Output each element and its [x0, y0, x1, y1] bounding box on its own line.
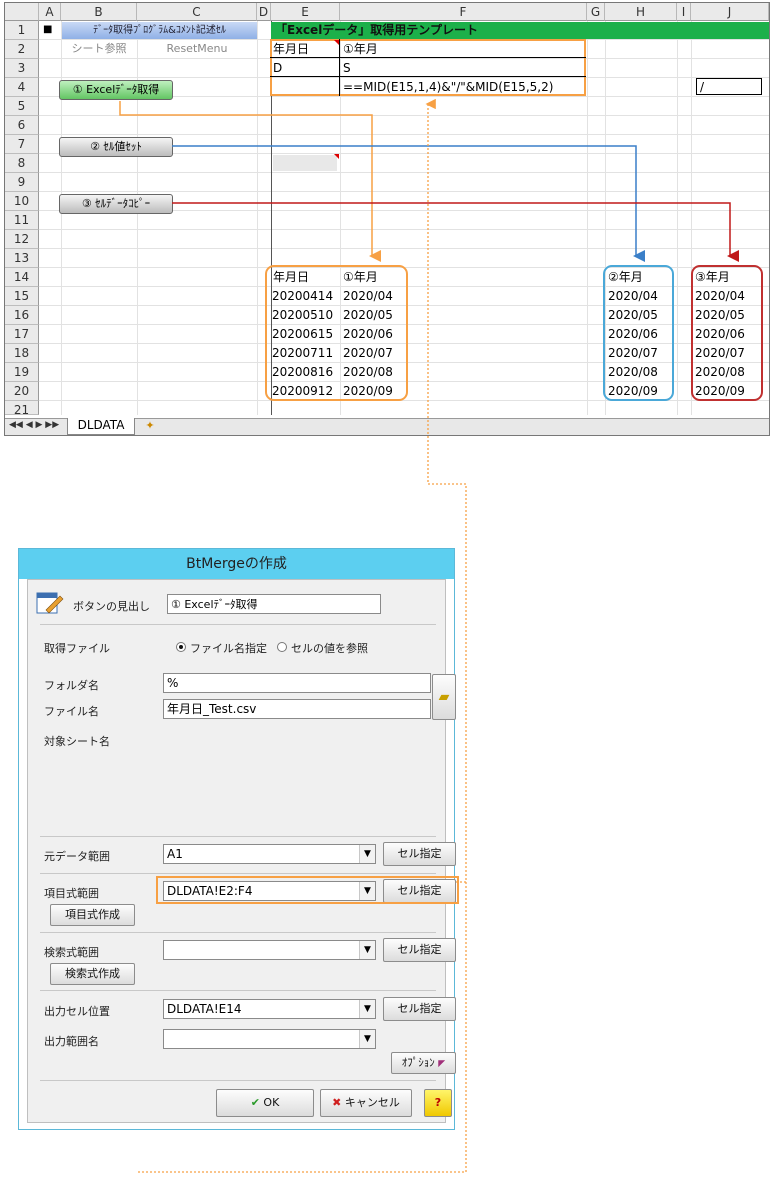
chevron-down-icon[interactable]: ▼: [359, 845, 375, 863]
separator: [40, 836, 436, 837]
target-sheet-label: 対象シート名: [44, 735, 110, 748]
src-range-combo[interactable]: A1 ▼: [163, 844, 376, 864]
checkmark-icon: ✔: [250, 1096, 260, 1109]
search-cell-select-button[interactable]: セル指定: [383, 938, 456, 962]
search-range-label: 検索式範囲: [44, 946, 99, 959]
help-button[interactable]: ?: [424, 1089, 452, 1117]
file-input[interactable]: 年月日_Test.csv: [163, 699, 431, 719]
chevron-down-icon[interactable]: ▼: [359, 1030, 375, 1048]
separator: [40, 990, 436, 991]
chevron-down-icon[interactable]: ▼: [359, 1000, 375, 1018]
dialog-title: BtMergeの作成: [19, 549, 454, 579]
btmerge-dialog: BtMergeの作成 ボタンの見出し ① Excelﾃﾞｰﾀ取得 取得ファイル …: [18, 548, 459, 1130]
edit-form-icon: [36, 590, 64, 616]
src-cell-select-button[interactable]: セル指定: [383, 842, 456, 866]
item-formula-create-button[interactable]: 項目式作成: [50, 904, 135, 926]
chevron-down-icon[interactable]: ▼: [359, 941, 375, 959]
ok-label: OK: [263, 1096, 280, 1109]
search-formula-create-button[interactable]: 検索式作成: [50, 963, 135, 985]
out-name-combo[interactable]: ▼: [163, 1029, 376, 1049]
out-cell-select-button[interactable]: セル指定: [383, 997, 456, 1021]
radio-filename[interactable]: [176, 642, 186, 652]
browse-folder-button[interactable]: ▰: [432, 674, 456, 720]
arrow-orange: [119, 101, 381, 262]
out-cell-value: DLDATA!E14: [167, 1002, 242, 1016]
radio-cellvalue-label[interactable]: セルの値を参照: [291, 640, 368, 656]
search-range-combo[interactable]: ▼: [163, 940, 376, 960]
out-cell-combo[interactable]: DLDATA!E14 ▼: [163, 999, 376, 1019]
cancel-button[interactable]: ✖ キャンセル: [320, 1089, 412, 1117]
folder-open-icon: ▰: [438, 689, 450, 705]
caption-input[interactable]: ① Excelﾃﾞｰﾀ取得: [167, 594, 381, 614]
separator: [40, 932, 436, 933]
option-button[interactable]: ｵﾌﾟｼｮﾝ ◤: [391, 1052, 456, 1074]
folder-label: フォルダ名: [44, 679, 99, 692]
separator: [40, 624, 436, 625]
cancel-label: キャンセル: [344, 1096, 400, 1109]
source-file-label: 取得ファイル: [44, 642, 110, 655]
item-range-label: 項目式範囲: [44, 887, 99, 900]
src-range-label: 元データ範囲: [44, 850, 110, 863]
out-cell-label: 出力セル位置: [44, 1005, 110, 1018]
ok-button[interactable]: ✔ OK: [216, 1089, 314, 1117]
dialog-body: ボタンの見出し ① Excelﾃﾞｰﾀ取得 取得ファイル ファイル名指定 セルの…: [27, 579, 459, 1123]
folder-input[interactable]: %: [163, 673, 431, 693]
src-range-value: A1: [167, 847, 183, 861]
caption-label: ボタンの見出し: [73, 600, 150, 613]
arrow-blue: [172, 145, 645, 262]
radio-filename-label[interactable]: ファイル名指定: [190, 640, 267, 656]
out-name-label: 出力範囲名: [44, 1035, 99, 1048]
separator: [40, 873, 436, 874]
item-range-highlight: [156, 876, 459, 904]
file-label: ファイル名: [44, 705, 99, 718]
close-icon: ✖: [332, 1096, 342, 1109]
option-label: ｵﾌﾟｼｮﾝ: [401, 1056, 435, 1069]
arrow-red: [172, 202, 739, 262]
triangle-icon: ◤: [438, 1059, 446, 1069]
radio-cellvalue[interactable]: [277, 642, 287, 652]
separator: [40, 1080, 436, 1081]
